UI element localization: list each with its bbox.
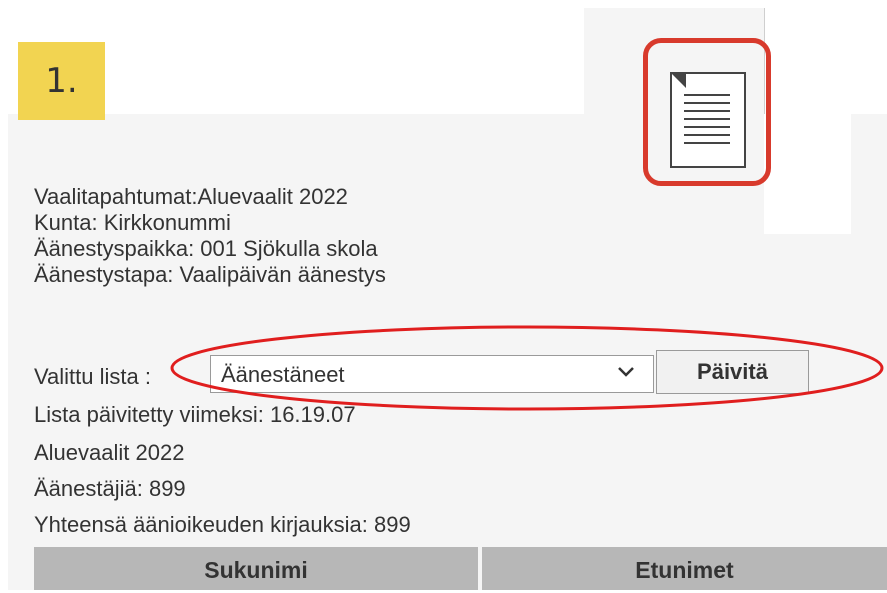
- selector-highlight-ellipse: [170, 325, 884, 411]
- column-header-etunimet[interactable]: Etunimet: [482, 547, 887, 590]
- election-info: Vaalitapahtumat:Aluevaalit 2022: [34, 184, 348, 209]
- toolbar-whitespace: [764, 114, 851, 234]
- list-label: Valittu lista :: [34, 364, 151, 389]
- column-header-sukunimi[interactable]: Sukunimi: [34, 547, 478, 590]
- voting-method-info: Äänestystapa: Vaalipäivän äänestys: [34, 262, 386, 287]
- document-icon-highlight: [643, 38, 771, 186]
- updated-status: Lista päivitetty viimeksi: 16.19.07: [34, 402, 356, 427]
- polling-place-info: Äänestyspaikka: 001 Sjökulla skola: [34, 236, 378, 261]
- election-name: Aluevaalit 2022: [34, 440, 185, 465]
- municipality-info: Kunta: Kirkkonummi: [34, 210, 231, 235]
- voter-count: Äänestäjiä: 899: [34, 476, 186, 501]
- total-entries: Yhteensä äänioikeuden kirjauksia: 899: [34, 512, 411, 537]
- step-badge: 1.: [18, 42, 105, 120]
